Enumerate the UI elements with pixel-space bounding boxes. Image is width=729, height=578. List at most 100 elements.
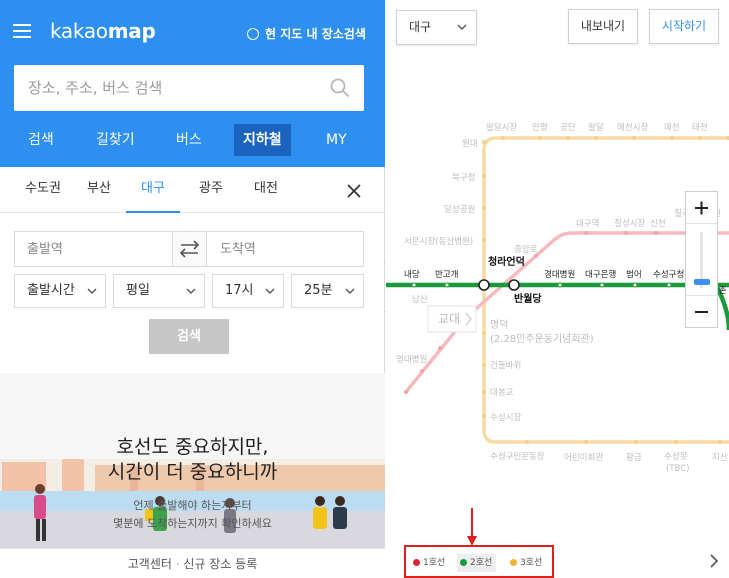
station-label: 팔달 [588,122,604,133]
tab-search[interactable]: 검색 [28,124,54,156]
station-label: 황금 [626,452,642,463]
map-area-search-label: 현 지도 내 장소검색 [265,27,366,41]
station-label: 내당 [404,269,420,280]
station-label: 중앙로 [514,244,538,255]
tab-directions[interactable]: 길찾기 [96,124,135,156]
line-3-dot [510,559,517,566]
city-tab-gwangju[interactable]: 광주 [196,167,226,213]
station-label: 대구역 [576,218,599,229]
register-place-link[interactable]: 신규 장소 등록 [183,557,257,571]
legend-label: 1호선 [423,558,446,568]
logo-bold-text: map [107,19,156,43]
station-dot [566,136,570,140]
radio-icon [247,27,259,40]
station-dot [438,346,442,350]
station-dot [482,206,486,210]
day-type-select[interactable]: 평일 [113,274,205,308]
station-label: 북구청 [452,173,475,183]
station-dot [482,363,486,367]
station-dot [632,136,636,140]
station-label: 남산 [412,294,428,305]
kakao-map-app: kakaomap 현 지도 내 장소검색 검색 길찾기 버스 지하철 MY [0,0,729,578]
promo-banner[interactable]: 호선도 중요하지만, 시간이 더 중요하니까 언제 출발해야 하는지부터 몇분에… [0,373,385,548]
station-dot [632,282,638,288]
chevron-down-icon [87,288,97,294]
legend-line-1[interactable]: 1호선 [410,554,445,572]
zoom-control [685,191,718,328]
chevron-down-icon [265,288,275,294]
zoom-out-button[interactable] [686,295,717,327]
banner-subtitle-line: 몇분에 도착하는지까지 확인하세요 [113,517,272,530]
station-dot [525,440,529,444]
city-tab-daejeon[interactable]: 대전 [251,167,281,213]
station-dot [670,136,674,140]
station-dot [482,390,486,394]
station-dot [666,282,672,288]
map-city-select[interactable]: 대구 [396,10,477,45]
station-label: 신천 [650,218,666,229]
chevron-right-icon[interactable] [708,553,720,569]
tab-my[interactable]: MY [326,124,347,156]
kakaomap-logo[interactable]: kakaomap [50,19,156,43]
legend-line-3[interactable]: 3호선 [507,554,542,572]
day-type-value: 평일 [126,283,150,298]
menu-button[interactable] [13,23,31,39]
search-input[interactable] [28,65,328,111]
search-route-button[interactable]: 검색 [149,319,229,354]
zoom-in-button[interactable] [686,192,717,224]
station-dot [482,331,486,335]
subway-route-map[interactable]: 팔달시장 만평 공단 팔달 매천시장 매천 태전 칠곡경대병원 원대 북구청 달… [386,0,729,578]
banner-title-line: 호선도 중요하지만, [116,436,269,458]
station-label: 어린이회관 [564,452,603,463]
station-dot [718,440,722,444]
station-label: 영대병원 [396,354,427,365]
search-icon[interactable] [330,78,350,98]
station-dot [404,390,408,394]
map-city-value: 대구 [409,20,432,34]
banner-title-line: 시간이 더 중요하니까 [107,461,278,483]
tab-subway[interactable]: 지하철 [234,124,291,156]
station-label: 칠성시장 [614,218,645,229]
left-panel: kakaomap 현 지도 내 장소검색 검색 길찾기 버스 지하철 MY [0,0,385,578]
subway-map[interactable]: 팔달시장 만평 공단 팔달 매천시장 매천 태전 칠곡경대병원 원대 북구청 달… [386,0,729,578]
station-dot [584,231,588,235]
minute-select[interactable]: 25분 [291,274,364,308]
destination-station-input[interactable] [220,232,360,266]
station-dot [482,414,486,418]
station-label: 공단 [560,122,576,133]
station-label: 달성공원 [444,204,475,215]
annotation-arrow-icon [467,508,477,546]
tab-bus[interactable]: 버스 [176,124,202,156]
city-tab-busan[interactable]: 부산 [84,167,114,213]
station-label: 지산 [712,452,728,463]
station-dot [501,136,505,140]
zoom-slider-handle[interactable] [694,279,710,286]
hour-select[interactable]: 17시 [212,274,284,308]
start-button[interactable]: 시작하기 [649,9,719,44]
legend-label: 3호선 [520,558,543,568]
station-label-banwoldang: 반월당 [514,292,542,305]
station-label: 태전 [692,122,708,133]
legend-line-2[interactable]: 2호선 [457,554,497,572]
city-tab-daegu[interactable]: 대구 [126,167,180,213]
chevron-down-icon [186,288,196,294]
station-label: 서문시장(동산병원) [404,236,473,247]
time-type-value: 출발시간 [27,283,75,298]
time-type-select[interactable]: 출발시간 [14,274,106,308]
main-tabs: 검색 길찾기 버스 지하철 MY [0,124,385,156]
banner-subtitle: 언제 출발해야 하는지부터 몇분에 도착하는지까지 확인하세요 [0,497,385,533]
station-dot [444,282,450,288]
footer: 고객센터 · 신규 장소 등록 [0,548,385,578]
map-area-search-toggle[interactable]: 현 지도 내 장소검색 [247,25,366,42]
customer-center-link[interactable]: 고객센터 [128,557,172,571]
logo-light-text: kakao [50,19,108,43]
station-label: 대봉교 [490,388,514,398]
menu-icon-bar [13,24,31,26]
swap-stations-button[interactable] [172,232,207,266]
close-icon[interactable] [346,183,362,199]
station-dot [599,282,605,288]
origin-station-input[interactable] [27,232,167,266]
station-label: 매천시장 [617,122,648,133]
export-button[interactable]: 내보내기 [568,9,638,44]
city-tab-capital[interactable]: 수도권 [22,167,64,213]
